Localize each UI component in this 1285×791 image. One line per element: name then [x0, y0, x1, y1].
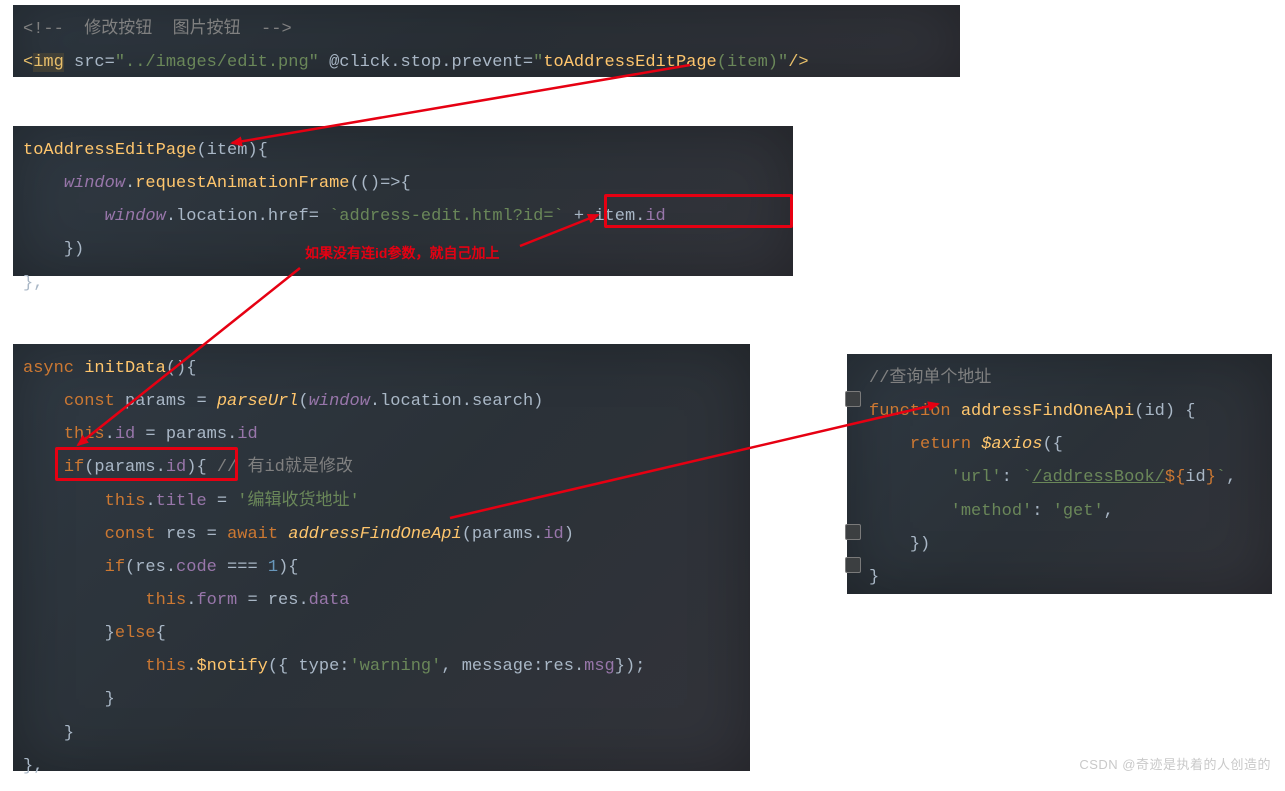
gutter-marker [845, 557, 861, 573]
gutter-marker [845, 391, 861, 407]
highlight-box-if-condition [55, 447, 238, 481]
code-panel-3: async initData(){ const params = parseUr… [13, 344, 750, 771]
gutter-marker [845, 524, 861, 540]
watermark: CSDN @奇迹是执着的人创造的 [1079, 754, 1271, 773]
annotation-text: 如果没有连id参数，就自己加上 [305, 243, 499, 263]
code-panel-1: <!-- 修改按钮 图片按钮 --> <img src="../images/e… [13, 5, 960, 77]
code-block-1: <!-- 修改按钮 图片按钮 --> <img src="../images/e… [13, 5, 960, 87]
highlight-box-url-param [604, 194, 793, 228]
code-block-4: //查询单个地址 function addressFindOneApi(id) … [847, 354, 1272, 602]
code-block-3: async initData(){ const params = parseUr… [13, 344, 750, 791]
code-panel-4: //查询单个地址 function addressFindOneApi(id) … [847, 354, 1272, 594]
